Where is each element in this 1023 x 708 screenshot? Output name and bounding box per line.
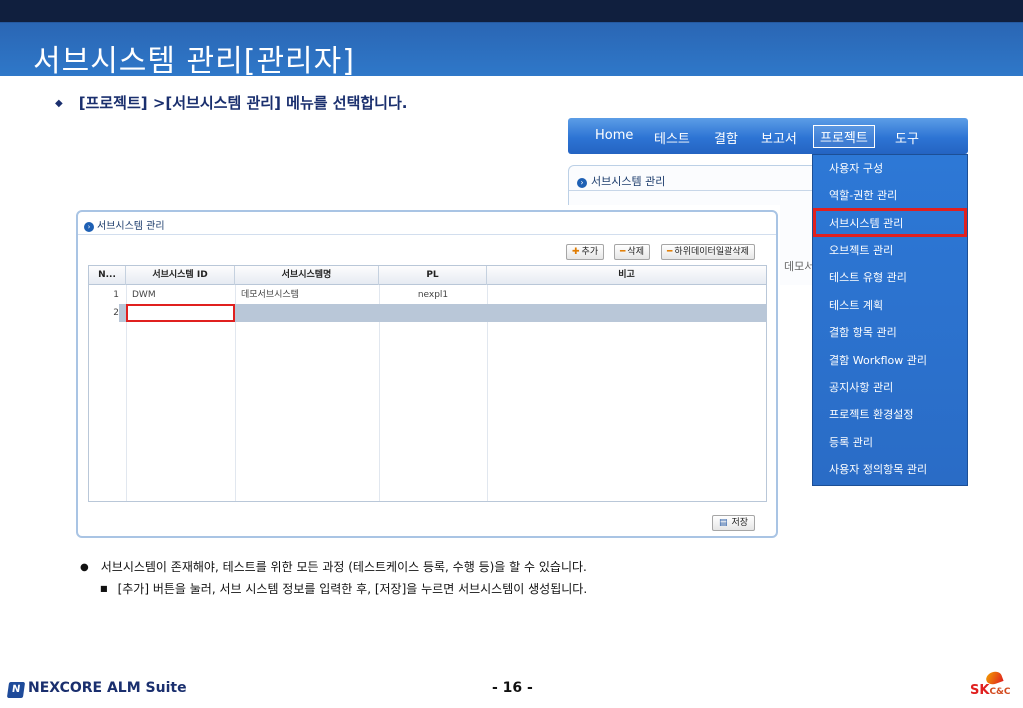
column-header-pl[interactable]: PL <box>379 266 487 285</box>
menu-project[interactable]: 프로젝트 <box>813 125 875 148</box>
dropdown-item-user-config[interactable]: 사용자 구성 <box>829 160 883 176</box>
dropdown-item-subsystem[interactable]: 서브시스템 관리 <box>829 215 903 231</box>
panel-title-text: 서브시스템 관리 <box>97 221 165 232</box>
table-row-selected[interactable]: 2 <box>89 304 766 322</box>
dropdown-item-defect-field[interactable]: 결함 항목 관리 <box>829 324 897 340</box>
dropdown-item-defect-workflow[interactable]: 결함 Workflow 관리 <box>829 352 927 368</box>
minus-icon: ━ <box>667 247 673 257</box>
dropdown-item-role-permission[interactable]: 역할-권한 관리 <box>829 187 897 203</box>
plus-icon: ✚ <box>572 247 580 257</box>
menu-home[interactable]: Home <box>595 128 633 143</box>
column-header-note[interactable]: 비고 <box>487 266 766 285</box>
sk-cc-logo: SKC&C <box>970 683 1011 698</box>
subsystem-name-cell[interactable]: 데모서브시스템 <box>241 286 299 304</box>
dropdown-item-test-type[interactable]: 테스트 유형 관리 <box>829 269 907 285</box>
column-header-id[interactable]: 서브시스템 ID <box>126 266 235 285</box>
row-number: 1 <box>113 290 119 300</box>
subsystem-id-cell[interactable]: DWM <box>132 286 156 304</box>
title-top-band <box>0 0 1023 22</box>
instruction-text: [프로젝트] >[서브시스템 관리] 메뉴를 선택합니다. <box>78 94 408 112</box>
save-button[interactable]: ▤ 저장 <box>712 515 756 531</box>
slide-title-bar: 서브시스템 관리[관리자] <box>0 0 1023 79</box>
round-bullet-icon: ● <box>80 562 89 573</box>
panel-title: › 서브시스템 관리 <box>84 217 165 232</box>
nexcore-logo-text: NEXCORE ALM Suite <box>28 680 187 696</box>
row-number: 2 <box>89 304 119 322</box>
instruction-line: ◆ [프로젝트] >[서브시스템 관리] 메뉴를 선택합니다. <box>55 92 407 113</box>
subsystem-management-panel: › 서브시스템 관리 ✚ 추가 ━ 삭제 ━ 하위데이터일괄삭제 N... 서브시스템 … <box>76 210 778 538</box>
delete-subdata-button-label: 하위데이터일괄삭제 <box>674 247 749 257</box>
nexcore-n-icon: N <box>6 682 26 698</box>
dropdown-item-custom-fields[interactable]: 사용자 정의항목 관리 <box>829 461 927 477</box>
nexcore-logo: N NEXCORE ALM Suite <box>6 680 187 698</box>
grid-header: N... 서브시스템 ID 서브시스템명 PL 비고 <box>89 266 766 285</box>
note-text-1: 서브시스템이 존재해야, 테스트를 위한 모든 과정 (테스트케이스 등록, 수… <box>100 560 587 574</box>
background-partial-text: 데모서 <box>784 260 815 273</box>
note-line-2: ■ [추가] 버튼을 눌러, 서브 시스템 정보를 입력한 후, [저장]을 누르… <box>100 580 587 597</box>
floppy-disk-icon: ▤ <box>719 518 728 528</box>
dropdown-item-notice[interactable]: 공지사항 관리 <box>829 379 893 395</box>
sk-logo-text: SK <box>970 683 990 698</box>
delete-button[interactable]: ━ 삭제 <box>614 244 650 260</box>
table-row[interactable]: 1 DWM 데모서브시스템 nexpl1 <box>89 286 766 304</box>
add-button[interactable]: ✚ 추가 <box>566 244 605 260</box>
panel-divider <box>569 190 817 191</box>
subsystem-id-input[interactable] <box>126 304 235 322</box>
menu-test[interactable]: 테스트 <box>654 128 690 147</box>
menu-defect[interactable]: 결함 <box>714 128 738 147</box>
background-subsystem-panel: › 서브시스템 관리 <box>568 165 818 205</box>
menu-report[interactable]: 보고서 <box>761 128 797 147</box>
top-menubar: Home 테스트 결함 보고서 프로젝트 도구 <box>568 118 968 154</box>
background-panel-title: › 서브시스템 관리 <box>577 173 665 189</box>
dropdown-item-object[interactable]: 오브젝트 관리 <box>829 242 893 258</box>
slide-title: 서브시스템 관리[관리자] <box>33 44 355 79</box>
pl-cell[interactable]: nexpl1 <box>379 286 487 304</box>
column-header-name[interactable]: 서브시스템명 <box>235 266 379 285</box>
square-bullet-icon: ■ <box>100 584 108 593</box>
delete-subdata-button[interactable]: ━ 하위데이터일괄삭제 <box>661 244 755 260</box>
arrow-circle-icon: › <box>84 222 94 232</box>
save-button-label: 저장 <box>731 518 749 528</box>
sk-logo-subtext: C&C <box>989 687 1011 697</box>
arrow-circle-icon: › <box>577 178 587 188</box>
dropdown-item-project-settings[interactable]: 프로젝트 환경설정 <box>829 406 913 422</box>
subsystem-grid: N... 서브시스템 ID 서브시스템명 PL 비고 1 DWM 데모서브시스템… <box>88 265 767 502</box>
dropdown-item-registration[interactable]: 등록 관리 <box>829 434 873 450</box>
panel-divider <box>78 234 776 235</box>
project-dropdown-menu: 사용자 구성 역할-권한 관리 서브시스템 관리 오브젝트 관리 테스트 유형 … <box>812 154 968 486</box>
delete-button-label: 삭제 <box>627 247 644 257</box>
diamond-bullet-icon: ◆ <box>55 98 63 109</box>
menu-tools[interactable]: 도구 <box>895 128 919 147</box>
page-number: - 16 - <box>492 680 533 696</box>
note-line-1: ● 서브시스템이 존재해야, 테스트를 위한 모든 과정 (테스트케이스 등록, … <box>80 558 587 575</box>
note-text-2: [추가] 버튼을 눌러, 서브 시스템 정보를 입력한 후, [저장]을 누르면… <box>117 582 588 596</box>
column-header-no[interactable]: N... <box>89 266 126 285</box>
add-button-label: 추가 <box>581 247 599 257</box>
minus-icon: ━ <box>620 247 626 257</box>
dropdown-item-test-plan[interactable]: 테스트 계획 <box>829 297 883 313</box>
background-panel-title-text: 서브시스템 관리 <box>591 175 666 188</box>
